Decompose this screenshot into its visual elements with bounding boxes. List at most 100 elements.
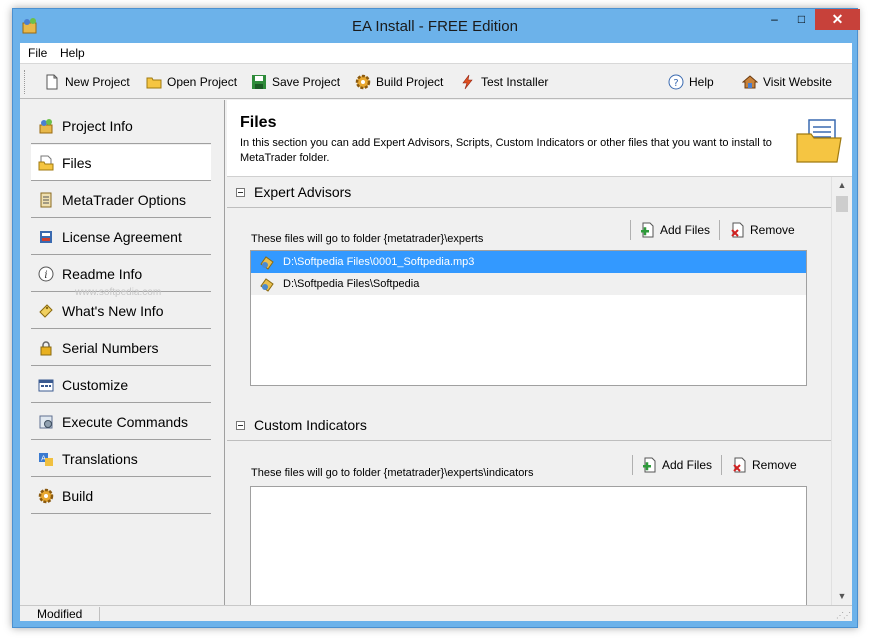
remove-label: Remove bbox=[752, 458, 797, 472]
page-header: Files In this section you can add Expert… bbox=[227, 100, 852, 177]
sidebar-item-files[interactable]: Files bbox=[31, 145, 211, 181]
sidebar-item-customize[interactable]: Customize bbox=[31, 367, 211, 403]
help-icon: ? bbox=[668, 74, 684, 90]
test-installer-button[interactable]: Test Installer bbox=[460, 72, 548, 92]
build-icon bbox=[38, 488, 54, 503]
visit-website-label: Visit Website bbox=[763, 75, 832, 89]
customize-icon bbox=[38, 379, 54, 391]
maximize-button[interactable]: □ bbox=[788, 9, 815, 30]
sidebar-item-execute-commands[interactable]: Execute Commands bbox=[31, 404, 211, 440]
main-panel: Files In this section you can add Expert… bbox=[227, 100, 852, 605]
toolbar-separator bbox=[719, 220, 720, 240]
sidebar-item-whats-new-info[interactable]: What's New Info bbox=[31, 293, 211, 329]
collapse-icon[interactable] bbox=[236, 420, 245, 430]
scroll-up-arrow-icon[interactable]: ▲ bbox=[832, 177, 852, 194]
menu-help[interactable]: Help bbox=[60, 46, 85, 60]
sidebar-item-serial-numbers[interactable]: Serial Numbers bbox=[31, 330, 211, 366]
files-icon bbox=[38, 155, 54, 170]
save-project-label: Save Project bbox=[272, 75, 341, 89]
folder-note: These files will go to folder {metatrade… bbox=[251, 233, 484, 245]
open-project-button[interactable]: Open Project bbox=[146, 72, 237, 92]
home-icon bbox=[742, 75, 758, 89]
sidebar-item-label: MetaTrader Options bbox=[62, 191, 186, 208]
open-folder-icon bbox=[146, 77, 162, 89]
sidebar-item-translations[interactable]: A Translations bbox=[31, 441, 211, 477]
close-button[interactable]: ✕ bbox=[815, 9, 860, 30]
folder-note: These files will go to folder {metatrade… bbox=[251, 467, 534, 479]
sidebar-item-label: Serial Numbers bbox=[62, 339, 159, 356]
add-file-icon bbox=[641, 222, 654, 238]
expert-advisors-file-list[interactable]: D:\Softpedia Files\0001_Softpedia.mp3 D:… bbox=[250, 250, 807, 386]
status-separator bbox=[99, 607, 100, 621]
custom-indicators-file-list[interactable] bbox=[250, 486, 807, 605]
sections-scroll-area[interactable]: Expert Advisors These files will go to f… bbox=[227, 177, 831, 605]
section-title: Custom Indicators bbox=[254, 417, 367, 433]
collapse-icon[interactable] bbox=[236, 187, 245, 197]
add-files-label: Add Files bbox=[660, 223, 711, 237]
translations-icon: A bbox=[39, 452, 53, 466]
sidebar-item-build[interactable]: Build bbox=[31, 478, 211, 514]
sidebar-item-label: Translations bbox=[62, 450, 138, 467]
file-path: D:\Softpedia Files\0001_Softpedia.mp3 bbox=[283, 256, 475, 268]
license-icon bbox=[40, 230, 52, 243]
window-title: EA Install - FREE Edition bbox=[352, 18, 518, 35]
toolbar-separator bbox=[630, 220, 631, 240]
scroll-thumb[interactable] bbox=[836, 196, 848, 212]
sidebar-item-project-info[interactable]: Project Info bbox=[31, 108, 211, 144]
svg-text:?: ? bbox=[673, 78, 678, 89]
toolbar-separator bbox=[721, 455, 722, 475]
remove-file-icon bbox=[733, 457, 746, 473]
new-project-label: New Project bbox=[65, 75, 130, 89]
file-list-item[interactable]: D:\Softpedia Files\Softpedia bbox=[251, 273, 806, 295]
vertical-scrollbar[interactable]: ▲ ▼ bbox=[831, 177, 852, 605]
remove-button[interactable]: Remove bbox=[730, 221, 795, 239]
scroll-down-arrow-icon[interactable]: ▼ bbox=[832, 588, 852, 605]
sidebar-item-label: Build bbox=[62, 487, 94, 504]
add-files-button[interactable]: Add Files bbox=[640, 221, 710, 239]
save-disk-icon bbox=[252, 75, 266, 89]
help-label: Help bbox=[689, 75, 714, 89]
add-file-icon bbox=[643, 457, 656, 473]
sidebar-item-metatrader-options[interactable]: MetaTrader Options bbox=[31, 182, 211, 218]
new-project-button[interactable]: New Project bbox=[44, 72, 130, 92]
sidebar-item-label: Project Info bbox=[62, 117, 133, 134]
file-icon bbox=[260, 278, 274, 292]
menu-bar: File Help bbox=[20, 43, 852, 63]
folder-documents-icon bbox=[796, 119, 842, 163]
build-project-button[interactable]: Build Project bbox=[355, 72, 443, 92]
toolbar-grip[interactable] bbox=[24, 70, 27, 94]
sidebar-nav: Project Info Files MetaTrader Options Li… bbox=[20, 100, 225, 605]
file-path: D:\Softpedia Files\Softpedia bbox=[283, 278, 420, 290]
page-title: Files bbox=[240, 114, 277, 131]
watermark: www.softpedia.com bbox=[75, 287, 162, 298]
remove-button[interactable]: Remove bbox=[732, 456, 797, 474]
app-window: EA Install - FREE Edition – □ ✕ File Hel… bbox=[12, 8, 860, 628]
minimize-button[interactable]: – bbox=[761, 9, 788, 30]
add-files-label: Add Files bbox=[662, 458, 713, 472]
section-header-custom-indicators[interactable]: Custom Indicators bbox=[227, 410, 831, 441]
options-icon bbox=[40, 192, 52, 207]
project-info-icon bbox=[39, 118, 53, 133]
add-files-button[interactable]: Add Files bbox=[642, 456, 712, 474]
gear-icon bbox=[355, 74, 371, 90]
lock-icon bbox=[40, 340, 52, 355]
save-project-button[interactable]: Save Project bbox=[251, 72, 340, 92]
sidebar-item-license-agreement[interactable]: License Agreement bbox=[31, 219, 211, 255]
sidebar-item-label: Customize bbox=[62, 376, 129, 393]
file-list-item[interactable]: D:\Softpedia Files\0001_Softpedia.mp3 bbox=[251, 251, 806, 273]
menu-file[interactable]: File bbox=[28, 46, 47, 60]
visit-website-button[interactable]: Visit Website bbox=[742, 72, 832, 92]
status-text: Modified bbox=[37, 607, 83, 621]
toolbar-separator bbox=[632, 455, 633, 475]
new-document-icon bbox=[46, 74, 58, 90]
help-button[interactable]: ? Help bbox=[668, 72, 714, 92]
info-icon: i bbox=[38, 266, 54, 281]
resize-grip-icon[interactable]: ⋰⋰ bbox=[836, 611, 851, 620]
build-project-label: Build Project bbox=[376, 75, 444, 89]
title-bar[interactable]: EA Install - FREE Edition – □ ✕ bbox=[13, 9, 860, 43]
svg-text:i: i bbox=[44, 270, 47, 281]
page-description: In this section you can add Expert Advis… bbox=[240, 137, 772, 164]
test-installer-label: Test Installer bbox=[481, 75, 549, 89]
section-header-expert-advisors[interactable]: Expert Advisors bbox=[227, 177, 831, 208]
status-bar: Modified ⋰⋰ bbox=[20, 605, 852, 621]
